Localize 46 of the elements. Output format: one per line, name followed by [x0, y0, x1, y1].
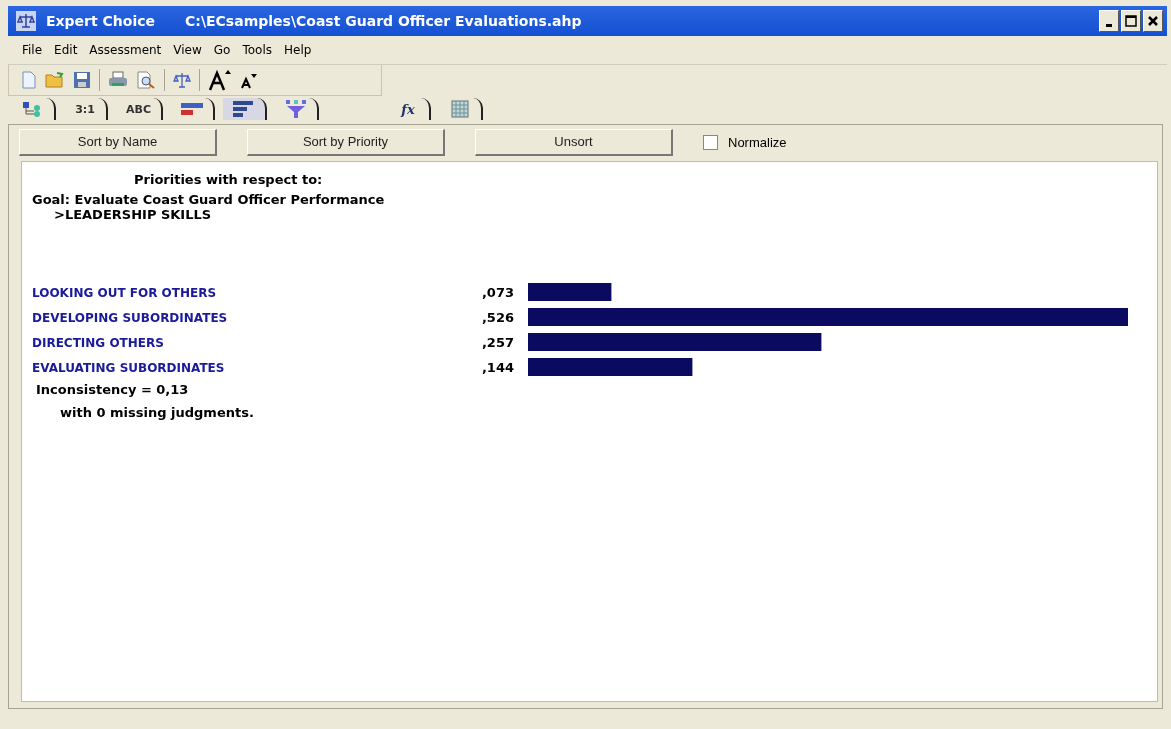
bar-chart-icon [233, 101, 255, 117]
view-tab[interactable] [223, 98, 267, 120]
grid-icon [451, 100, 469, 118]
maximize-icon [1125, 15, 1137, 27]
criterion-name: LOOKING OUT FOR OTHERS [32, 285, 217, 300]
print-preview-icon[interactable] [136, 71, 156, 89]
window-title: Expert Choice [46, 13, 156, 29]
print-icon[interactable] [108, 71, 128, 89]
sort-button[interactable]: Unsort [475, 128, 673, 156]
folder-icon[interactable] [45, 71, 65, 89]
priority-value: ,257 [481, 335, 514, 350]
priority-value: ,073 [481, 285, 514, 300]
minimize-icon [1106, 23, 1112, 27]
menu-item[interactable]: Edit [54, 43, 78, 57]
menu-item[interactable]: View [173, 43, 202, 57]
menu-item[interactable]: Assessment [89, 43, 162, 57]
priorities-heading: Priorities with respect to: [133, 172, 324, 187]
scales-icon[interactable] [173, 71, 191, 89]
node-text: >LEADERSHIP SKILLS [53, 207, 213, 222]
priority-value: ,526 [481, 310, 514, 325]
font-increase-icon[interactable] [208, 69, 232, 91]
file-path: C:\ECsamples\Coast Guard Officer Evaluations.ahp [185, 13, 582, 29]
inconsistency-text: Inconsistency = 0,13 [35, 382, 190, 397]
maximize-button[interactable] [1121, 10, 1141, 32]
close-button[interactable] [1143, 10, 1163, 32]
normalize-checkbox[interactable] [703, 134, 718, 150]
sort-button[interactable]: Sort by Name [19, 128, 217, 156]
sort-button[interactable]: Sort by Priority [247, 128, 445, 156]
goal-text: Goal: Evaluate Coast Guard Officer Performance [32, 192, 386, 207]
missing-judgments-text: with 0 missing judgments. [59, 405, 255, 420]
menu-item[interactable]: File [22, 43, 43, 57]
scales-icon [16, 11, 36, 31]
save-icon[interactable] [73, 71, 91, 89]
criterion-name: EVALUATING SUBORDINATES [32, 360, 225, 375]
menu-item[interactable]: Go [213, 43, 231, 57]
normalize-label: Normalize [728, 134, 787, 150]
priority-value: ,144 [481, 360, 514, 375]
criterion-name: DEVELOPING SUBORDINATES [32, 310, 228, 325]
menu-item[interactable]: Help [284, 43, 312, 57]
minimize-button[interactable] [1099, 10, 1119, 32]
font-decrease-icon[interactable] [240, 71, 258, 89]
bar-chart-icon [181, 102, 203, 116]
close-icon [1148, 16, 1158, 26]
criterion-name: DIRECTING OTHERS [32, 335, 164, 350]
funnel-icon [285, 100, 307, 118]
menu-item[interactable]: Tools [242, 43, 272, 57]
